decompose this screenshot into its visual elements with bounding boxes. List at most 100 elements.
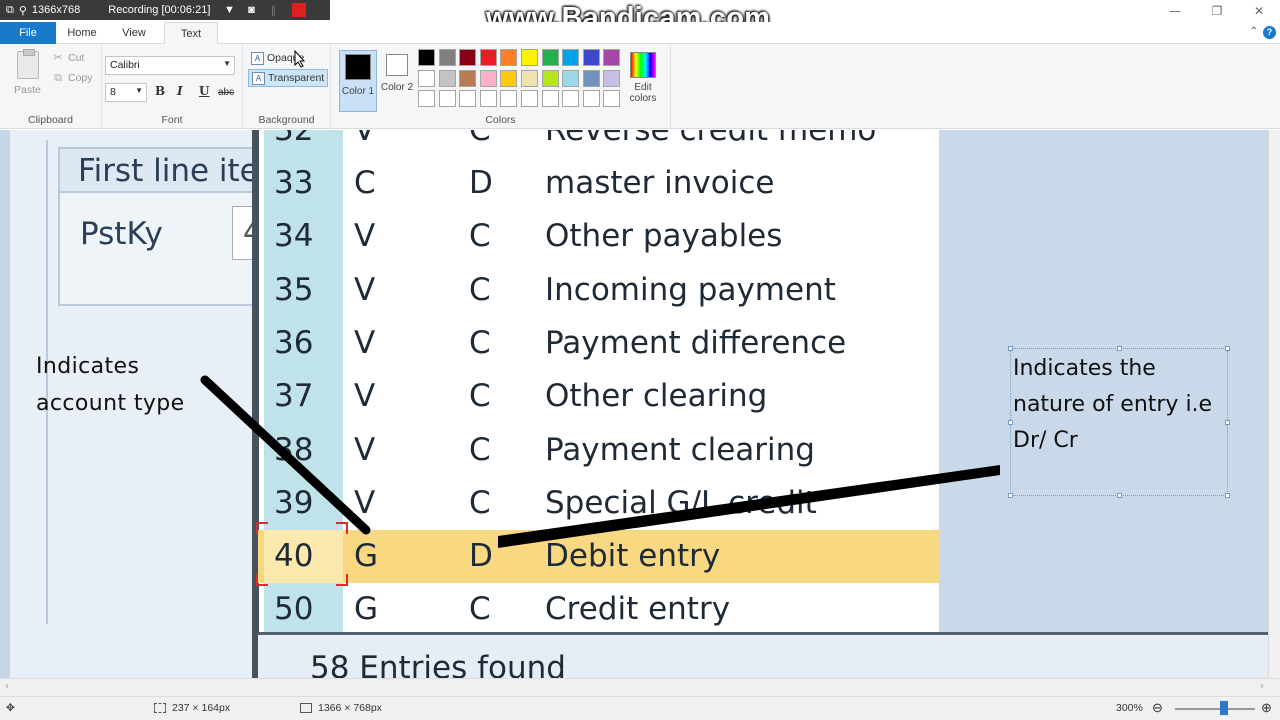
palette-color-swatch[interactable]	[603, 69, 621, 87]
bold-button[interactable]: B	[155, 84, 165, 98]
horizontal-scrollbar[interactable]: ‹ ›	[0, 678, 1280, 696]
palette-color-swatch[interactable]	[479, 49, 497, 66]
palette-color-swatch[interactable]	[562, 90, 580, 108]
help-icon[interactable]: ?	[1263, 26, 1276, 39]
paste-button[interactable]: Paste	[14, 84, 41, 96]
restore-button[interactable]: ❐	[1196, 0, 1238, 22]
palette-color-swatch[interactable]	[582, 69, 600, 87]
annotation-entry-nature-text: Indicates the nature of entry i.e Dr/ Cr	[1013, 356, 1213, 453]
font-group-label: Font	[161, 114, 183, 126]
copy-button[interactable]: ⧉ Copy	[52, 72, 93, 84]
resize-handle[interactable]	[1117, 493, 1122, 498]
zoom-out-icon[interactable]: ⊖	[1152, 700, 1163, 716]
collapse-ribbon-icon[interactable]: ⌃	[1250, 26, 1258, 37]
minimize-button[interactable]: —	[1154, 0, 1196, 22]
palette-color-swatch[interactable]	[418, 90, 435, 108]
chevron-down-icon: ▼	[135, 86, 143, 95]
color-wheel-icon	[630, 52, 656, 78]
font-family-select[interactable]: Calibri ▼	[105, 56, 235, 75]
palette-color-swatch[interactable]	[459, 69, 477, 87]
annotation-entry-nature[interactable]: Indicates the nature of entry i.e Dr/ Cr	[1008, 346, 1230, 498]
palette-color-swatch[interactable]	[479, 69, 497, 87]
arrow-line-account-type	[200, 375, 371, 535]
palette-color-swatch[interactable]	[582, 90, 600, 108]
resize-handle[interactable]	[1008, 493, 1013, 498]
resize-handle[interactable]	[1225, 420, 1230, 425]
selection-size-text: 237 × 164px	[172, 702, 231, 714]
palette-color-swatch[interactable]	[562, 49, 580, 66]
tab-file[interactable]: File	[0, 22, 56, 44]
zoom-slider-thumb[interactable]	[1220, 701, 1228, 715]
strikethrough-button[interactable]: abc	[218, 87, 234, 98]
background-group-label: Background	[258, 114, 315, 126]
palette-color-swatch[interactable]	[500, 49, 518, 66]
dropdown-arrow-icon[interactable]: ▼	[220, 2, 238, 18]
window-controls: — ❐ ✕	[1154, 0, 1280, 22]
canvas-size: 1366 × 768px	[300, 702, 382, 714]
chevron-down-icon: ▼	[223, 59, 231, 68]
palette-color-swatch[interactable]	[562, 69, 580, 87]
resize-handle[interactable]	[1008, 420, 1013, 425]
edit-colors-button[interactable]: Edit colors	[625, 50, 661, 104]
copy-label: Copy	[68, 72, 93, 84]
cursor-arrow-icon	[294, 50, 306, 68]
transparent-option[interactable]: A Transparent	[248, 69, 329, 87]
palette-color-swatch[interactable]	[418, 49, 435, 66]
font-size-select[interactable]: 8 ▼	[105, 83, 147, 102]
colors-group-label: Colors	[485, 114, 516, 126]
palette-color-swatch[interactable]	[438, 69, 456, 87]
resolution-readout[interactable]: ⧉ ⚲ 1366x768	[0, 0, 86, 20]
palette-color-swatch[interactable]	[603, 90, 621, 108]
resize-handle[interactable]	[1008, 346, 1013, 351]
opaque-icon: A	[251, 51, 264, 65]
transparent-icon: A	[252, 71, 265, 85]
ribbon: Paste ✂ Cut ⧉ Copy Clipboard Font Calibri …	[0, 44, 1280, 129]
font-size-value: 8	[110, 86, 116, 98]
pause-icon[interactable]: ∥	[264, 2, 282, 18]
palette-color-swatch[interactable]	[603, 49, 621, 66]
selection-icon	[154, 703, 166, 713]
screen-icon: ⧉	[6, 3, 14, 16]
camera-icon[interactable]: ◙	[242, 2, 260, 18]
paste-icon[interactable]	[17, 49, 39, 79]
color1-button[interactable]: Color 1	[339, 50, 377, 112]
italic-button[interactable]: I	[177, 84, 183, 98]
palette-color-swatch[interactable]	[520, 49, 538, 66]
edit-colors-label: Edit colors	[629, 82, 657, 104]
palette-color-swatch[interactable]	[500, 90, 518, 108]
palette-color-swatch[interactable]	[582, 49, 600, 66]
resize-handle[interactable]	[1117, 346, 1122, 351]
close-button[interactable]: ✕	[1238, 0, 1280, 22]
palette-color-swatch[interactable]	[479, 90, 497, 108]
ribbon-tabs: File Home View Text ⌃ ?	[0, 22, 1280, 45]
tab-view[interactable]: View	[108, 22, 160, 44]
tab-text[interactable]: Text	[164, 22, 218, 45]
palette-color-swatch[interactable]	[520, 90, 538, 108]
scroll-right-icon[interactable]: ›	[1260, 681, 1264, 692]
cut-button[interactable]: ✂ Cut	[52, 52, 84, 64]
color1-swatch	[345, 54, 371, 80]
color1-label: Color 1	[341, 86, 375, 97]
palette-color-swatch[interactable]	[520, 69, 538, 87]
resize-handle[interactable]	[1225, 346, 1230, 351]
resize-handle[interactable]	[1225, 493, 1230, 498]
canvas-area[interactable]: First line ite PstKy 4 Indicates account…	[0, 130, 1280, 678]
palette-color-swatch[interactable]	[541, 90, 559, 108]
zoom-slider[interactable]	[1175, 708, 1255, 710]
resolution-text: 1366x768	[31, 4, 81, 16]
color2-button[interactable]: Color 2	[380, 50, 414, 93]
underline-button[interactable]: U	[199, 84, 209, 98]
palette-color-swatch[interactable]	[438, 49, 456, 66]
palette-color-swatch[interactable]	[459, 90, 477, 108]
tab-home[interactable]: Home	[58, 22, 106, 44]
palette-color-swatch[interactable]	[418, 69, 435, 87]
stop-record-icon[interactable]	[292, 3, 307, 17]
scroll-left-icon[interactable]: ‹	[5, 681, 9, 692]
zoom-in-icon[interactable]: ⊕	[1261, 700, 1272, 716]
palette-color-swatch[interactable]	[459, 49, 477, 66]
palette-color-swatch[interactable]	[541, 69, 559, 87]
palette-color-swatch[interactable]	[438, 90, 456, 108]
palette-color-swatch[interactable]	[541, 49, 559, 66]
copy-icon: ⧉	[54, 72, 62, 84]
palette-color-swatch[interactable]	[500, 69, 518, 87]
